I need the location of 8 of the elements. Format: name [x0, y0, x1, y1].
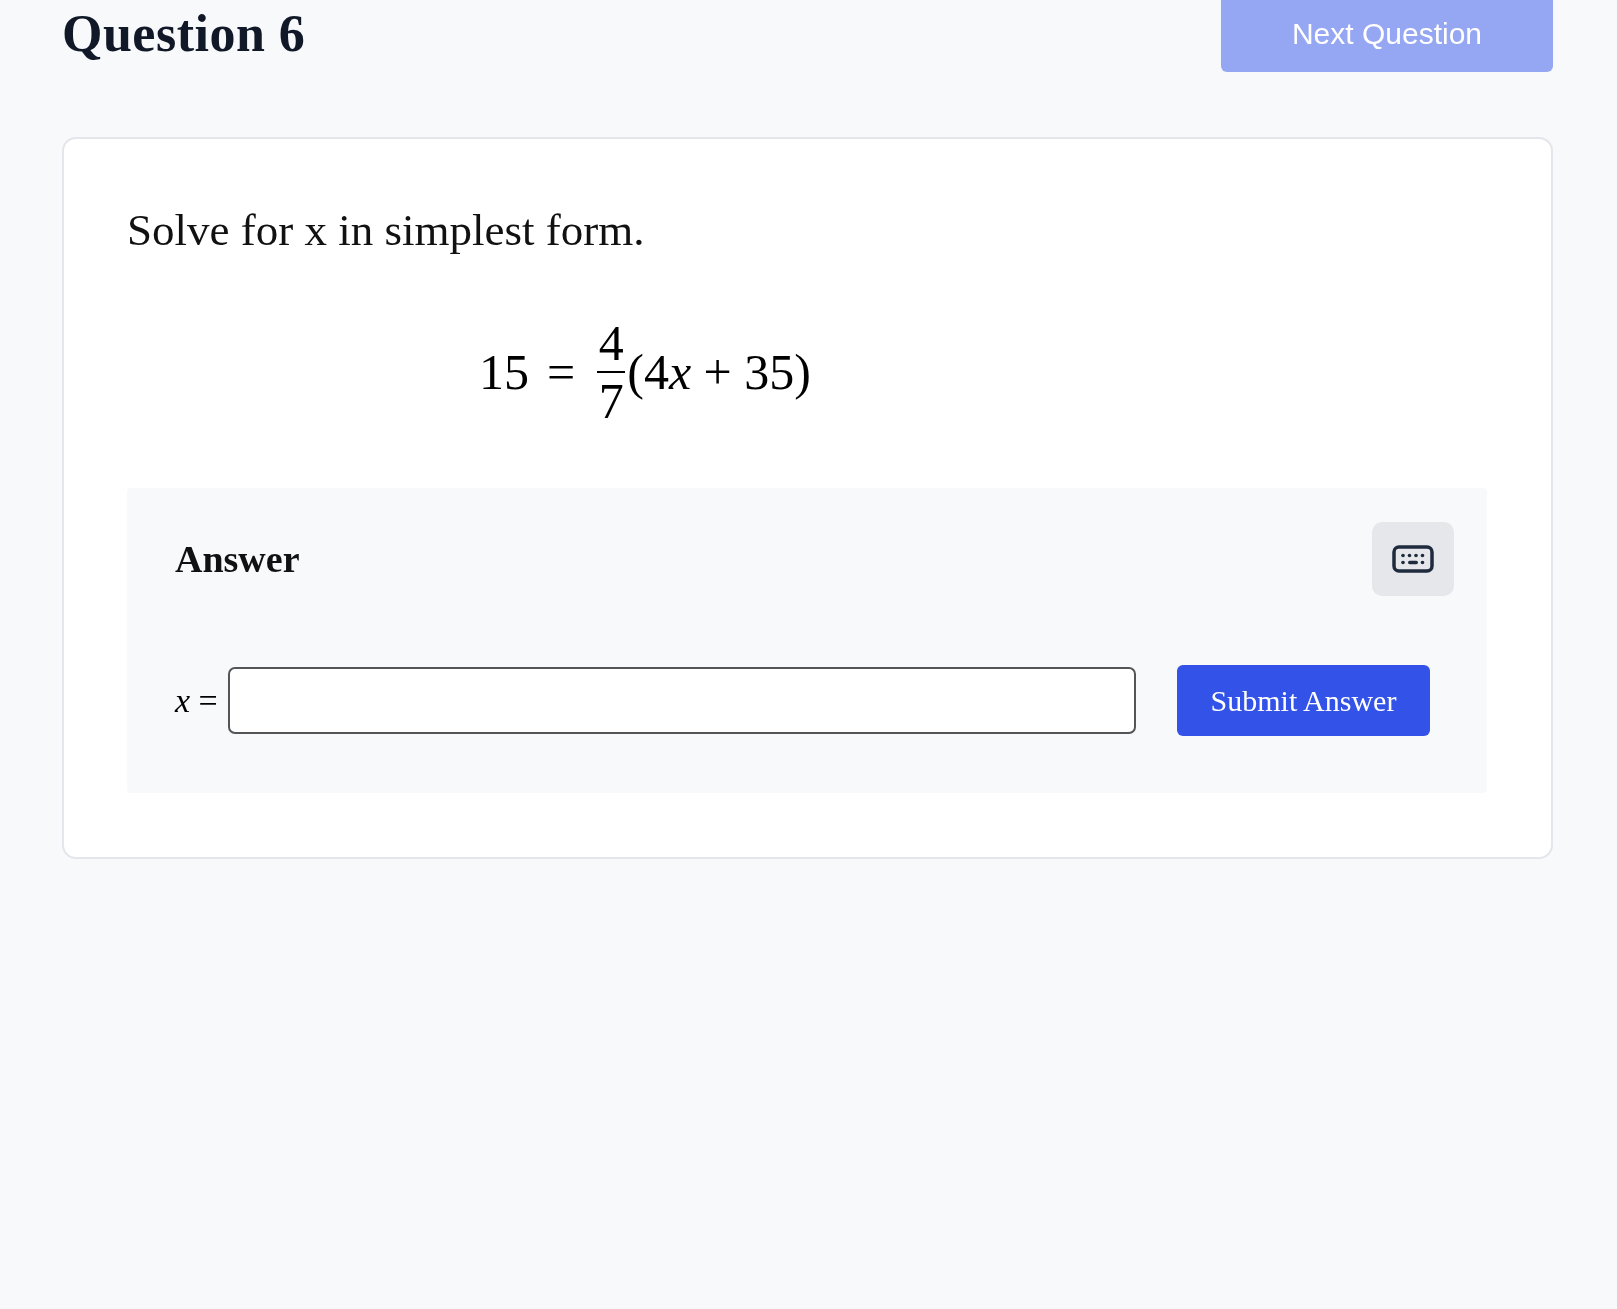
submit-answer-button[interactable]: Submit Answer [1177, 665, 1430, 736]
keyboard-button[interactable] [1372, 522, 1454, 596]
answer-heading: Answer [175, 537, 300, 581]
answer-input-field[interactable] [227, 667, 1136, 734]
question-title: Question 6 [62, 4, 306, 62]
question-prompt: Solve for x in simplest form. [127, 206, 646, 254]
keyboard-icon [1392, 545, 1434, 573]
variable-label: x = [175, 681, 218, 720]
